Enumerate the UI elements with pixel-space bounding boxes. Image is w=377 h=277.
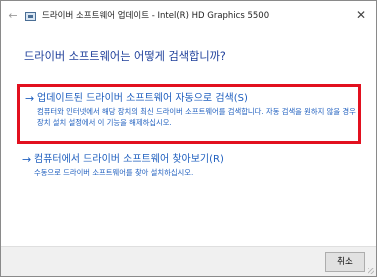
driver-update-dialog: ← 드라이버 소프트웨어 업데이트 - Intel(R) HD Graphics…	[0, 0, 377, 277]
highlight-box: → 업데이트된 드라이버 소프트웨어 자동으로 검색(S) 컴퓨터와 인터넷에서…	[17, 84, 361, 144]
search-automatically-description: 컴퓨터와 인터넷에서 해당 장치의 최신 드라이버 소프트웨어를 검색합니다. …	[37, 107, 356, 127]
page-heading: 드라이버 소프트웨어는 어떻게 검색합니까?	[24, 50, 226, 63]
browse-computer-link[interactable]: 컴퓨터에서 드라이버 소프트웨어 찾아보기(R)	[34, 153, 224, 166]
browse-computer-description: 수동으로 드라이버 소프트웨어를 찾아 설치하십시오.	[34, 168, 194, 177]
arrow-right-icon: →	[25, 92, 35, 105]
cancel-button[interactable]: 취소	[325, 252, 365, 272]
dialog-footer: 취소	[1, 246, 376, 276]
resize-grip-icon[interactable]	[368, 268, 374, 274]
arrow-right-icon: →	[22, 153, 32, 166]
window-title: 드라이버 소프트웨어 업데이트 - Intel(R) HD Graphics 5…	[42, 11, 270, 21]
browse-computer-option[interactable]: → 컴퓨터에서 드라이버 소프트웨어 찾아보기(R) 수동으로 드라이버 소프트…	[22, 153, 352, 183]
search-automatically-link[interactable]: 업데이트된 드라이버 소프트웨어 자동으로 검색(S)	[37, 92, 248, 105]
back-arrow-icon[interactable]: ←	[7, 10, 19, 22]
title-bar: ← 드라이버 소프트웨어 업데이트 - Intel(R) HD Graphics…	[1, 1, 376, 31]
device-manager-icon	[25, 12, 36, 21]
close-icon[interactable]: ✕	[352, 7, 370, 23]
